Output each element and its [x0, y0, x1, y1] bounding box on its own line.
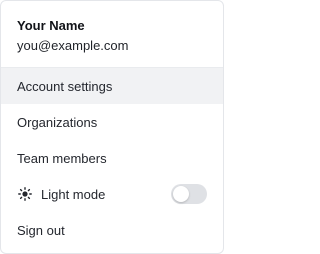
menu-item-label: Account settings: [17, 78, 113, 94]
user-menu-dropdown: Your Name you@example.com Account settin…: [0, 0, 224, 254]
sun-icon: [17, 186, 33, 202]
menu-item-theme-toggle[interactable]: Light mode: [1, 176, 223, 212]
toggle-knob: [173, 186, 189, 202]
theme-label: Light mode: [41, 186, 106, 202]
user-info-header: Your Name you@example.com: [1, 1, 223, 57]
dark-mode-toggle[interactable]: [171, 184, 207, 204]
menu-item-label: Organizations: [17, 114, 98, 130]
sign-out-label: Sign out: [17, 222, 65, 238]
menu-item-team-members[interactable]: Team members: [1, 140, 223, 176]
menu-item-account-settings[interactable]: Account settings: [1, 68, 223, 104]
user-email: you@example.com: [17, 38, 129, 53]
sign-out-button[interactable]: Sign out: [1, 212, 223, 248]
user-name: Your Name: [17, 18, 85, 33]
menu-item-label: Team members: [17, 150, 107, 166]
menu-item-organizations[interactable]: Organizations: [1, 104, 223, 140]
theme-label-group: Light mode: [17, 186, 105, 202]
